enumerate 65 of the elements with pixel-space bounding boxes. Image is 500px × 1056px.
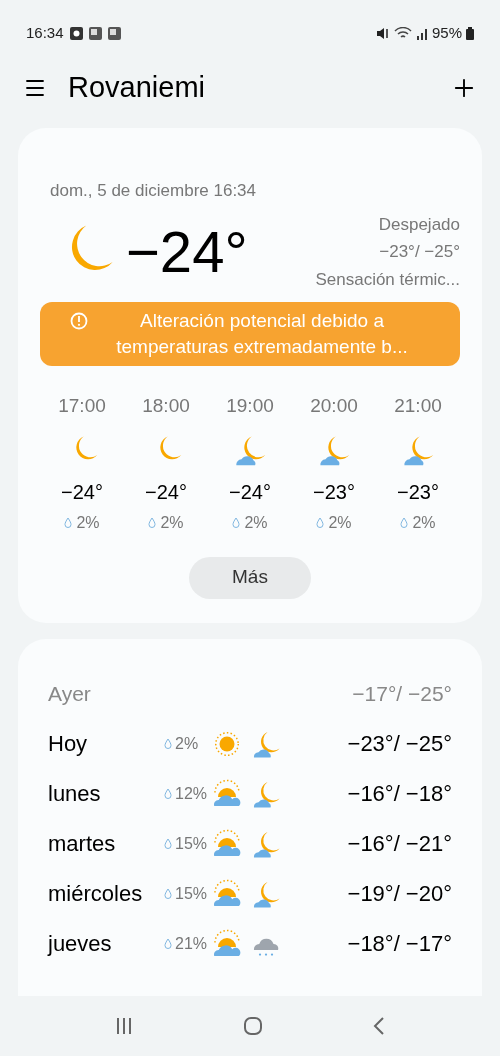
precipitation-chance: 21% [175, 933, 209, 954]
hourly-temperature: −23° [397, 479, 439, 505]
more-button[interactable]: Más [189, 556, 311, 599]
raindrop-icon [164, 838, 172, 849]
hour-label: 20:00 [310, 394, 358, 418]
daily-temperature-range: −19°/ −20° [347, 880, 452, 908]
precipitation-chance: 15% [175, 883, 209, 904]
alert-text: Alteración potencial debido a temperaturas extremadamente b... [115, 309, 409, 359]
day-label: jueves [48, 930, 113, 958]
battery-icon [466, 26, 474, 40]
hour-label: 18:00 [142, 394, 190, 418]
hourly-temperature: −23° [313, 479, 355, 505]
daily-temperature-range: −16°/ −21° [347, 830, 452, 858]
status-time: 16:34 [26, 22, 64, 43]
mute-icon [375, 26, 390, 40]
home-icon[interactable] [243, 1016, 263, 1036]
daily-temperature-range: −23°/ −25° [347, 730, 452, 758]
day-label: martes [48, 830, 117, 858]
back-icon[interactable] [373, 1017, 385, 1035]
raindrop-icon [164, 938, 172, 949]
raindrop-icon [164, 888, 172, 899]
precipitation-chance: 12% [175, 783, 209, 804]
sun-cloud-icon [212, 828, 242, 859]
day-label: Hoy [48, 730, 89, 758]
temperature-range: −23°/ −25° [379, 241, 460, 263]
feels-like-text: Sensación térmic... [315, 268, 460, 291]
wifi-icon [393, 26, 412, 40]
precipitation-chance: 2% [244, 512, 268, 533]
raindrop-icon [316, 517, 325, 528]
raindrop-icon [148, 517, 157, 528]
daily-temperature-range: −16°/ −18° [347, 780, 452, 808]
condition-text: Despejado [378, 213, 460, 236]
sun-cloud-icon [212, 878, 242, 909]
hourly-temperature: −24° [229, 479, 271, 505]
day-label: Ayer [48, 680, 92, 707]
raindrop-icon [400, 517, 409, 528]
signal-icon [415, 26, 428, 40]
warning-icon [70, 312, 88, 330]
current-temperature: −24° [126, 222, 248, 281]
notification-icon [69, 26, 83, 40]
hour-label: 17:00 [58, 394, 106, 418]
raindrop-icon [164, 788, 172, 799]
day-label: miércoles [48, 880, 144, 908]
battery-percentage: 95% [431, 22, 462, 43]
precipitation-chance: 2% [175, 733, 200, 754]
precipitation-chance: 2% [328, 512, 352, 533]
hour-label: 21:00 [394, 394, 442, 418]
precipitation-chance: 2% [76, 512, 100, 533]
daily-temperature-range: −18°/ −17° [347, 930, 452, 958]
daily-temperature-range: −17°/ −25° [352, 680, 452, 707]
raindrop-icon [64, 517, 73, 528]
precipitation-chance: 2% [160, 512, 184, 533]
day-label: lunes [48, 780, 102, 808]
sun-cloud-icon [212, 928, 242, 959]
raindrop-icon [232, 517, 241, 528]
hour-label: 19:00 [226, 394, 274, 418]
city-title: Rovaniemi [68, 70, 206, 106]
current-date: dom., 5 de diciembre 16:34 [49, 180, 257, 202]
hourly-temperature: −24° [145, 479, 187, 505]
precipitation-chance: 2% [412, 512, 436, 533]
raindrop-icon [164, 738, 172, 749]
recent-apps-icon[interactable] [115, 1017, 133, 1035]
sun-cloud-icon [212, 778, 242, 809]
hourly-temperature: −24° [61, 479, 103, 505]
precipitation-chance: 15% [175, 833, 209, 854]
